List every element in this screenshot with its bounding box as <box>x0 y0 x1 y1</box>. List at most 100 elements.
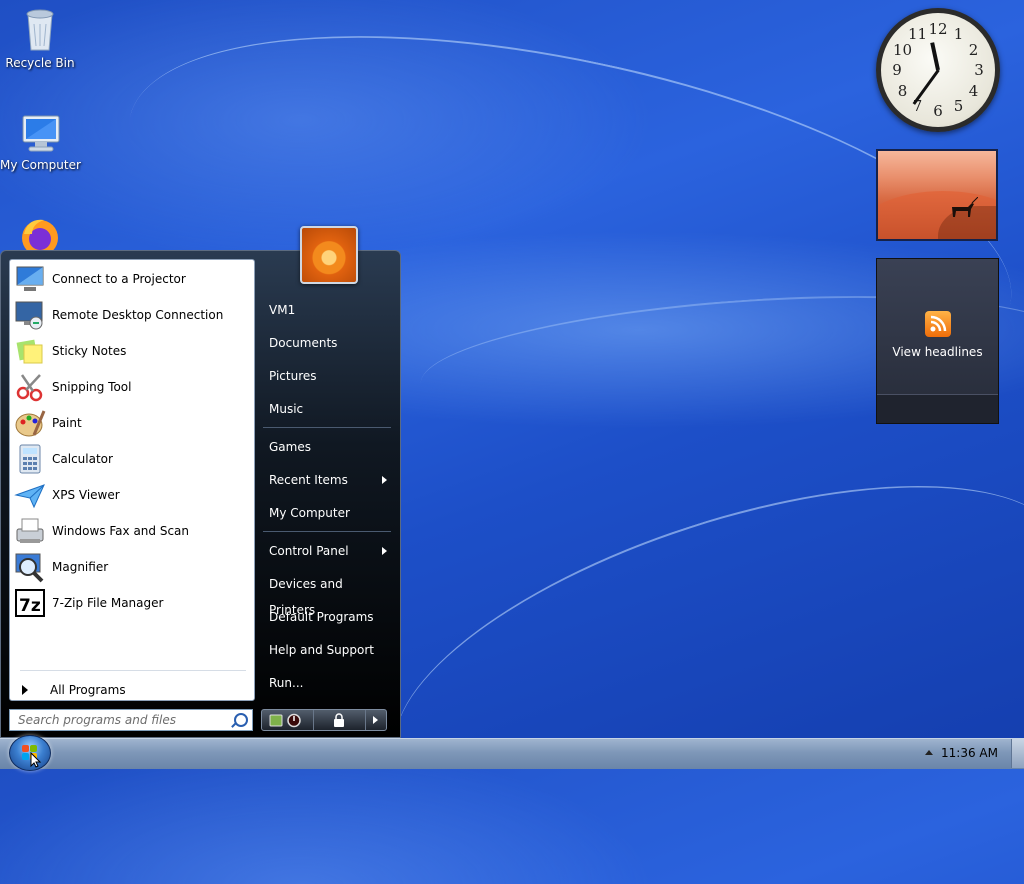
calculator-icon <box>14 443 46 475</box>
view-headlines-link[interactable]: View headlines <box>877 345 998 359</box>
menu-item-label: VM1 <box>269 303 296 317</box>
all-programs-label: All Programs <box>50 683 126 697</box>
svg-text:7z: 7z <box>19 596 41 616</box>
clock-minute-hand <box>912 69 940 105</box>
programs-pane: Connect to a Projector Remote Desktop Con… <box>9 259 255 701</box>
clock-numeral: 2 <box>968 40 979 59</box>
recycle-bin-icon <box>22 6 58 52</box>
remote-desktop-icon <box>14 299 46 331</box>
slideshow-gadget[interactable] <box>876 149 998 241</box>
program-item[interactable]: Remote Desktop Connection <box>14 298 250 332</box>
search-input[interactable]: Search programs and files <box>9 709 253 731</box>
program-item[interactable]: Calculator <box>14 442 250 476</box>
mouse-cursor-icon <box>30 752 42 768</box>
program-item[interactable]: Sticky Notes <box>14 334 250 368</box>
projector-icon <box>14 263 46 295</box>
lock-icon <box>334 713 344 727</box>
menu-item-label: Music <box>269 402 304 416</box>
program-item[interactable]: Connect to a Projector <box>14 262 250 296</box>
start-menu-item-run[interactable]: Run... <box>263 670 391 696</box>
start-menu-item-pictures[interactable]: Pictures <box>263 363 391 389</box>
start-menu-item-my-computer[interactable]: My Computer <box>263 500 391 526</box>
start-menu-item-documents[interactable]: Documents <box>263 330 391 356</box>
magnifier-icon <box>14 551 46 583</box>
menu-separator <box>263 531 391 532</box>
program-item[interactable]: Windows Fax and Scan <box>14 514 250 548</box>
taskbar <box>0 738 1024 769</box>
clock-numeral: 5 <box>953 96 964 115</box>
paper-plane-icon <box>14 479 46 511</box>
start-menu-item-devices-and-printers[interactable]: Devices and Printers <box>263 571 391 617</box>
clock-hour-hand <box>930 42 940 71</box>
menu-item-label: Documents <box>269 336 338 350</box>
chevron-right-icon <box>22 685 28 695</box>
search-placeholder: Search programs and files <box>18 713 176 727</box>
show-hidden-icons-icon[interactable] <box>925 750 933 755</box>
program-item[interactable]: Snipping Tool <box>14 370 250 404</box>
start-menu-item-games[interactable]: Games <box>263 434 391 460</box>
sticky-notes-icon <box>14 335 46 367</box>
program-item[interactable]: XPS Viewer <box>14 478 250 512</box>
program-label: XPS Viewer <box>52 488 120 502</box>
gadget-footer-band <box>877 394 998 423</box>
all-programs-button[interactable]: All Programs <box>14 680 250 700</box>
clock-gadget[interactable]: 12 1 2 3 4 5 6 7 8 9 10 11 <box>876 8 1000 132</box>
program-label: Remote Desktop Connection <box>52 308 224 322</box>
program-item[interactable]: Paint <box>14 406 250 440</box>
7zip-icon: 7z <box>14 587 46 619</box>
clock-numeral: 8 <box>897 81 908 100</box>
start-menu-item-default-programs[interactable]: Default Programs <box>263 604 391 630</box>
taskbar-clock[interactable]: 11:36 AM <box>941 746 998 760</box>
menu-item-label: Default Programs <box>269 610 374 624</box>
shutdown-button[interactable] <box>262 710 314 730</box>
chevron-right-icon <box>382 547 387 555</box>
computer-icon <box>17 114 63 154</box>
program-label: Connect to a Projector <box>52 272 186 286</box>
clock-numeral: 9 <box>892 61 902 79</box>
clock-numeral: 4 <box>968 81 979 100</box>
firefox-icon <box>18 214 62 250</box>
start-menu-item-help-and-support[interactable]: Help and Support <box>263 637 391 663</box>
clock-numeral: 1 <box>953 25 964 44</box>
program-item[interactable]: 7z 7-Zip File Manager <box>14 586 250 620</box>
show-desktop-button[interactable] <box>1011 739 1024 768</box>
menu-item-label: Run... <box>269 676 304 690</box>
program-label: Magnifier <box>52 560 109 574</box>
start-menu-item-music[interactable]: Music <box>263 396 391 422</box>
desktop-icon-recycle-bin[interactable]: Recycle Bin <box>0 6 80 70</box>
desktop-icon-label: My Computer <box>0 158 81 172</box>
program-label: 7-Zip File Manager <box>52 596 164 610</box>
power-controls <box>261 709 387 731</box>
rss-icon <box>924 311 951 337</box>
start-menu-item-control-panel[interactable]: Control Panel <box>263 538 391 564</box>
desktop-icon-my-computer[interactable]: My Computer <box>0 114 81 172</box>
program-label: Snipping Tool <box>52 380 132 394</box>
feed-headlines-gadget[interactable]: View headlines <box>876 258 999 424</box>
menu-item-label: Help and Support <box>269 643 374 657</box>
menu-item-label: Games <box>269 440 311 454</box>
start-menu: Connect to a Projector Remote Desktop Con… <box>0 226 401 738</box>
desktop-icon-firefox[interactable] <box>0 214 80 254</box>
power-options-button[interactable] <box>366 710 386 730</box>
chevron-right-icon <box>382 476 387 484</box>
paint-palette-icon <box>14 407 46 439</box>
chevron-right-icon <box>373 716 378 724</box>
start-menu-item-vm1[interactable]: VM1 <box>263 297 391 323</box>
program-item[interactable]: Magnifier <box>14 550 250 584</box>
program-label: Sticky Notes <box>52 344 127 358</box>
scissors-icon <box>14 371 46 403</box>
menu-item-label: My Computer <box>269 506 350 520</box>
search-icon[interactable] <box>234 713 248 727</box>
clock-numeral: 12 <box>928 20 948 38</box>
start-menu-item-recent-items[interactable]: Recent Items <box>263 467 391 493</box>
lock-button[interactable] <box>314 710 366 730</box>
menu-item-label: Recent Items <box>269 473 348 487</box>
wallpaper-swoosh <box>356 418 1024 884</box>
shutdown-icon <box>269 713 301 728</box>
program-label: Paint <box>52 416 82 430</box>
clock-numeral: 11 <box>907 25 928 44</box>
fax-icon <box>14 515 46 547</box>
user-picture[interactable] <box>300 226 358 284</box>
clock-numeral: 3 <box>974 61 984 79</box>
program-label: Calculator <box>52 452 113 466</box>
